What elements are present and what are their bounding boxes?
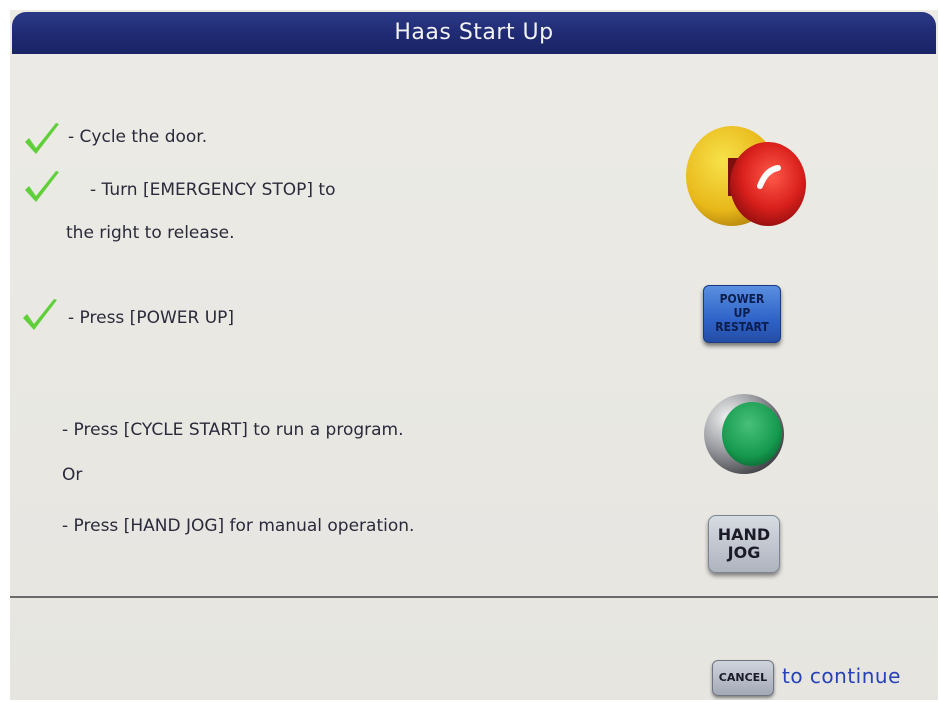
check-icon <box>25 123 59 154</box>
check-icon <box>25 171 59 202</box>
emergency-stop-icon <box>686 126 806 226</box>
check-icon <box>23 299 57 330</box>
step-cycle-start: - Press [CYCLE START] to run a program. <box>62 420 404 440</box>
hand-jog-key-icon: HAND JOG <box>708 515 780 573</box>
power-up-restart-key-icon: POWER UP RESTART <box>703 285 781 343</box>
haas-startup-screen: Haas Start Up - Cycle the door. - Turn [… <box>10 10 938 700</box>
power-up-key-label-3: RESTART <box>715 320 769 334</box>
divider <box>10 596 938 598</box>
step-hand-jog: - Press [HAND JOG] for manual operation. <box>62 516 415 536</box>
power-up-key-label-1: POWER <box>719 292 765 306</box>
power-up-key-label-2: UP <box>733 306 751 320</box>
step-or: Or <box>62 465 83 485</box>
step-cycle-door: - Cycle the door. <box>68 127 208 147</box>
cancel-key[interactable]: CANCEL <box>712 660 774 696</box>
step-emergency-stop-cont: the right to release. <box>66 223 235 243</box>
cycle-start-icon <box>704 394 784 474</box>
continue-prompt: to continue <box>782 664 901 688</box>
hand-jog-key-label-1: HAND <box>717 525 771 544</box>
hand-jog-key-label-2: JOG <box>727 543 761 562</box>
step-emergency-stop: - Turn [EMERGENCY STOP] to <box>90 180 336 200</box>
window-title: Haas Start Up <box>12 12 936 54</box>
step-power-up: - Press [POWER UP] <box>68 308 235 328</box>
